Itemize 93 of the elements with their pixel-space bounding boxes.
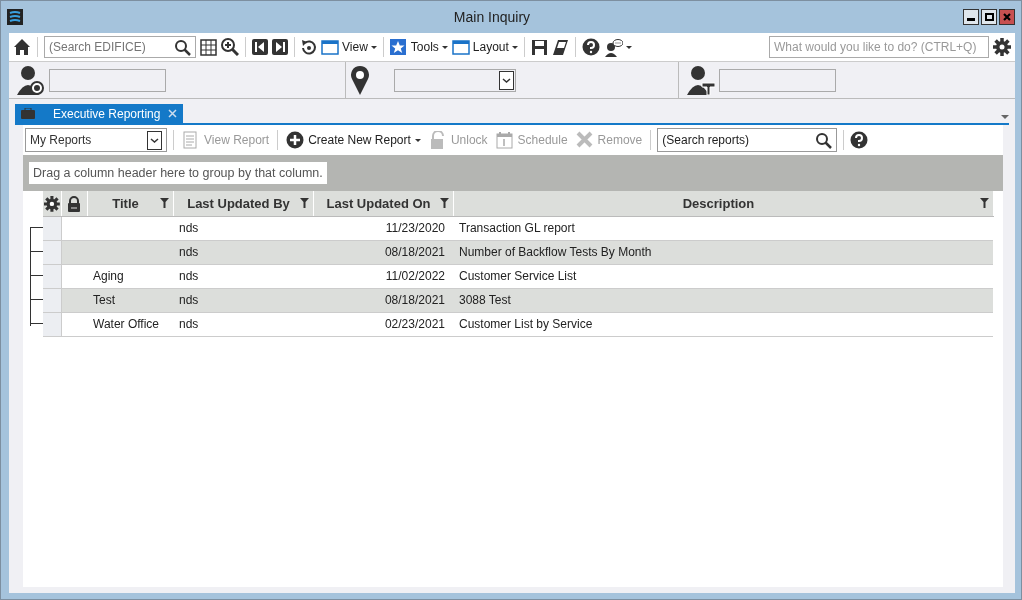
refresh-icon <box>301 38 317 56</box>
help-icon <box>581 38 600 56</box>
eraser-button[interactable] <box>551 38 569 56</box>
chat-button[interactable] <box>603 37 632 57</box>
minimize-button[interactable] <box>963 9 979 25</box>
menu-button[interactable]: View <box>321 38 377 56</box>
settings-icon <box>993 38 1011 56</box>
menu-button[interactable]: Layout <box>451 38 518 56</box>
settings-button[interactable] <box>993 38 1011 56</box>
search-icon <box>174 38 191 56</box>
close-icon <box>168 109 178 118</box>
close-button[interactable] <box>999 9 1015 25</box>
table-cell: 02/23/2021 <box>313 312 453 336</box>
toolbar-button[interactable]: Create New Report <box>284 131 423 149</box>
table-cell: Aging <box>87 264 173 288</box>
star-icon <box>389 38 408 56</box>
filter-icon <box>979 198 989 209</box>
table-cell: nds <box>173 240 313 264</box>
table-cell: Water Office <box>87 312 173 336</box>
zoom-in-icon <box>221 38 239 56</box>
table-cell: 3088 Test <box>453 288 993 312</box>
column-header[interactable]: Last Updated On <box>313 191 453 216</box>
add-icon <box>286 131 305 149</box>
caret-icon <box>414 138 421 142</box>
caret-icon <box>625 45 632 49</box>
tab[interactable]: Executive Reporting <box>15 104 184 123</box>
dropdown-field[interactable] <box>394 68 516 92</box>
table-cell: 08/18/2021 <box>313 288 453 312</box>
last-icon <box>272 39 288 55</box>
first-button[interactable] <box>252 39 268 55</box>
padlock-icon <box>66 196 81 213</box>
table-cell: nds <box>173 264 313 288</box>
table-cell: nds <box>173 312 313 336</box>
group-by-area[interactable]: Drag a column header here to group by that column. <box>29 161 327 185</box>
table-cell: Customer List by Service <box>453 312 993 336</box>
search-field[interactable]: (Search reports) <box>657 128 838 152</box>
calendar-icon <box>495 131 514 149</box>
text-field[interactable] <box>49 68 166 92</box>
first-icon <box>252 39 268 55</box>
briefcase-icon <box>21 108 35 119</box>
search-icon <box>815 131 833 149</box>
table-cell: 11/02/2022 <box>313 264 453 288</box>
table-cell: Test <box>87 288 173 312</box>
window-title: Main Inquiry <box>452 7 532 27</box>
person-icon <box>17 65 45 95</box>
filter-icon <box>299 198 309 209</box>
grid-icon <box>200 38 217 56</box>
home-icon <box>13 38 31 56</box>
person-icon <box>687 65 715 95</box>
grid-button[interactable] <box>200 38 217 56</box>
home-button[interactable] <box>13 38 31 56</box>
zoom-in-button[interactable] <box>221 38 239 56</box>
help-button[interactable] <box>581 38 600 56</box>
settings-icon <box>44 196 60 213</box>
maximize-icon <box>984 13 994 21</box>
column-header[interactable]: Description <box>453 191 993 216</box>
table-cell: Transaction GL report <box>453 216 993 240</box>
caret-icon <box>370 45 377 49</box>
window-icon <box>321 38 339 56</box>
search-field[interactable]: (Search EDIFICE) <box>44 36 196 58</box>
last-button[interactable] <box>272 39 288 55</box>
save-icon <box>530 38 548 56</box>
table-cell: nds <box>173 288 313 312</box>
menu-button[interactable]: Tools <box>389 38 448 56</box>
help-button[interactable] <box>850 131 869 149</box>
table-cell: 11/23/2020 <box>313 216 453 240</box>
column-settings-button[interactable] <box>43 191 61 216</box>
refresh-button[interactable] <box>301 38 317 56</box>
report-view-dropdown[interactable]: My Reports <box>25 128 167 152</box>
table-cell: nds <box>173 216 313 240</box>
command-field[interactable]: What would you like to do? (CTRL+Q) <box>769 36 989 58</box>
maximize-button[interactable] <box>981 9 997 25</box>
window-icon <box>451 38 470 56</box>
tab-menu-icon <box>1001 115 1009 119</box>
filter-icon <box>159 198 169 209</box>
eraser-icon <box>551 38 569 56</box>
padlock-icon <box>428 131 447 149</box>
caret-icon <box>511 45 518 49</box>
table-cell: 08/18/2021 <box>313 240 453 264</box>
table-cell: Customer Service List <box>453 264 993 288</box>
report-icon <box>182 131 200 149</box>
save-button[interactable] <box>530 38 548 56</box>
column-header[interactable]: Title <box>87 191 173 216</box>
remove-icon <box>575 131 594 149</box>
caret-icon <box>441 45 448 49</box>
close-icon <box>1003 13 1011 21</box>
app-logo-icon <box>7 9 23 25</box>
text-field[interactable] <box>719 68 836 92</box>
person-chat-icon <box>603 37 623 57</box>
help-icon <box>850 131 869 149</box>
table-cell: Number of Backflow Tests By Month <box>453 240 993 264</box>
filter-icon <box>439 198 449 209</box>
column-header[interactable]: Last Updated By <box>173 191 313 216</box>
